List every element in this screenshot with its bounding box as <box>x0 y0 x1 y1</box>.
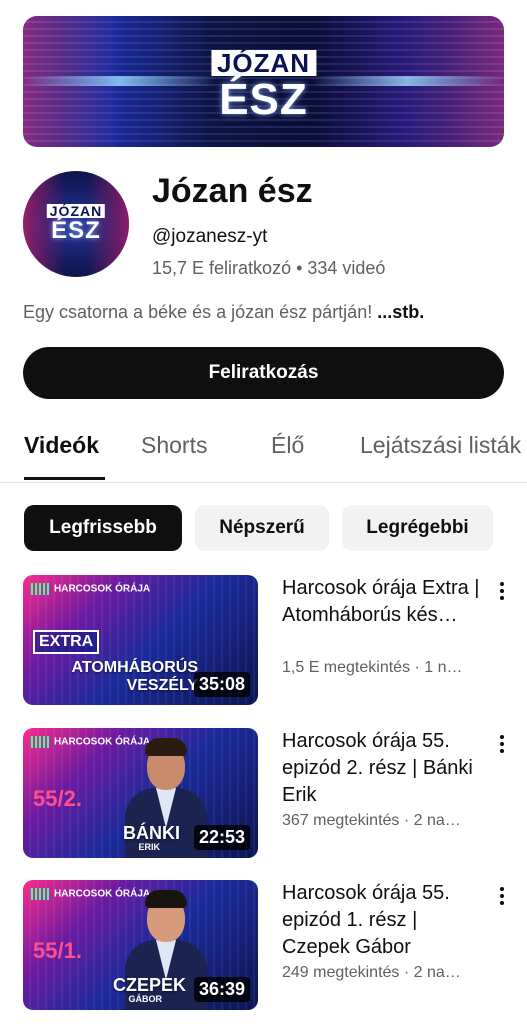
chip-popular[interactable]: Népszerű <box>195 505 329 551</box>
channel-banner: JÓZAN ÉSZ <box>23 16 504 147</box>
video-thumbnail[interactable]: HARCOSOK ÓRÁJA 55/1. CZEPEK GÁBOR 36:39 <box>23 880 258 1010</box>
video-item[interactable]: HARCOSOK ÓRÁJA EXTRA ATOMHÁBORÚS VESZÉLY… <box>0 575 527 707</box>
video-thumbnail[interactable]: HARCOSOK ÓRÁJA EXTRA ATOMHÁBORÚS VESZÉLY… <box>23 575 258 705</box>
thumbnail-tag: EXTRA <box>33 630 100 654</box>
description-more[interactable]: ...stb. <box>377 302 424 322</box>
avatar-logo-bottom: ÉSZ <box>51 217 101 244</box>
active-tab-indicator <box>24 477 105 480</box>
video-item[interactable]: HARCOSOK ÓRÁJA 55/2. BÁNKI ERIK 22:53 Ha… <box>0 728 527 860</box>
video-thumbnail[interactable]: HARCOSOK ÓRÁJA 55/2. BÁNKI ERIK 22:53 <box>23 728 258 858</box>
thumbnail-subtitle: GÁBOR <box>128 994 163 1004</box>
equalizer-icon <box>31 736 51 748</box>
video-duration: 22:53 <box>193 825 250 850</box>
thumbnail-episode: 55/1. <box>33 938 82 963</box>
thumbnail-episode: 55/2. <box>33 786 82 811</box>
thumbnail-subtitle: ERIK <box>138 842 160 852</box>
video-title[interactable]: Harcosok órája 55. epizód 1. rész | Czep… <box>282 880 482 961</box>
more-vert-icon[interactable] <box>494 579 510 605</box>
tab-playlists[interactable]: Lejátszási listák <box>360 432 521 459</box>
tab-live[interactable]: Élő <box>271 432 304 459</box>
channel-name: Józan ész <box>152 172 313 210</box>
video-meta: 249 megtekintés · 2 na… <box>282 964 461 981</box>
channel-tabs: Videók Shorts Élő Lejátszási listák <box>0 420 527 483</box>
thumbnail-title: BÁNKI <box>123 823 180 843</box>
avatar-logo-top: JÓZAN <box>46 204 106 218</box>
thumbnail-brand: HARCOSOK ÓRÁJA <box>31 583 150 595</box>
channel-stats: 15,7 E feliratkozó • 334 videó <box>152 258 386 278</box>
video-duration: 35:08 <box>193 672 250 697</box>
banner-logo-top: JÓZAN <box>210 50 317 76</box>
equalizer-icon <box>31 583 51 595</box>
thumbnail-title: ATOMHÁBORÚS VESZÉLY <box>71 659 198 694</box>
channel-description[interactable]: Egy csatorna a béke és a józan ész pártj… <box>23 302 424 323</box>
subscribe-button[interactable]: Feliratkozás <box>23 347 504 399</box>
tab-videos[interactable]: Videók <box>24 432 99 459</box>
banner-logo-bottom: ÉSZ <box>219 75 308 124</box>
chip-oldest[interactable]: Legrégebbi <box>342 505 493 551</box>
description-text: Egy csatorna a béke és a józan ész pártj… <box>23 302 378 322</box>
avatar-logo: JÓZAN ÉSZ <box>46 204 106 244</box>
chip-latest[interactable]: Legfrissebb <box>24 505 182 551</box>
video-title[interactable]: Harcosok órája 55. epizód 2. rész | Bánk… <box>282 728 482 809</box>
video-item[interactable]: HARCOSOK ÓRÁJA 55/1. CZEPEK GÁBOR 36:39 … <box>0 880 527 1012</box>
video-meta: 367 megtekintés · 2 na… <box>282 812 461 829</box>
equalizer-icon <box>31 888 51 900</box>
video-meta: 1,5 E megtekintés · 1 n… <box>282 659 463 676</box>
channel-avatar[interactable]: JÓZAN ÉSZ <box>23 171 129 277</box>
more-vert-icon[interactable] <box>494 884 510 910</box>
more-vert-icon[interactable] <box>494 732 510 758</box>
banner-logo: JÓZAN ÉSZ <box>210 50 317 124</box>
thumbnail-title: CZEPEK <box>112 975 186 995</box>
channel-handle: @jozanesz-yt <box>152 226 268 247</box>
video-title[interactable]: Harcosok órája Extra | Atomháborús kés… <box>282 575 482 629</box>
tab-shorts[interactable]: Shorts <box>141 432 207 459</box>
video-duration: 36:39 <box>193 977 250 1002</box>
